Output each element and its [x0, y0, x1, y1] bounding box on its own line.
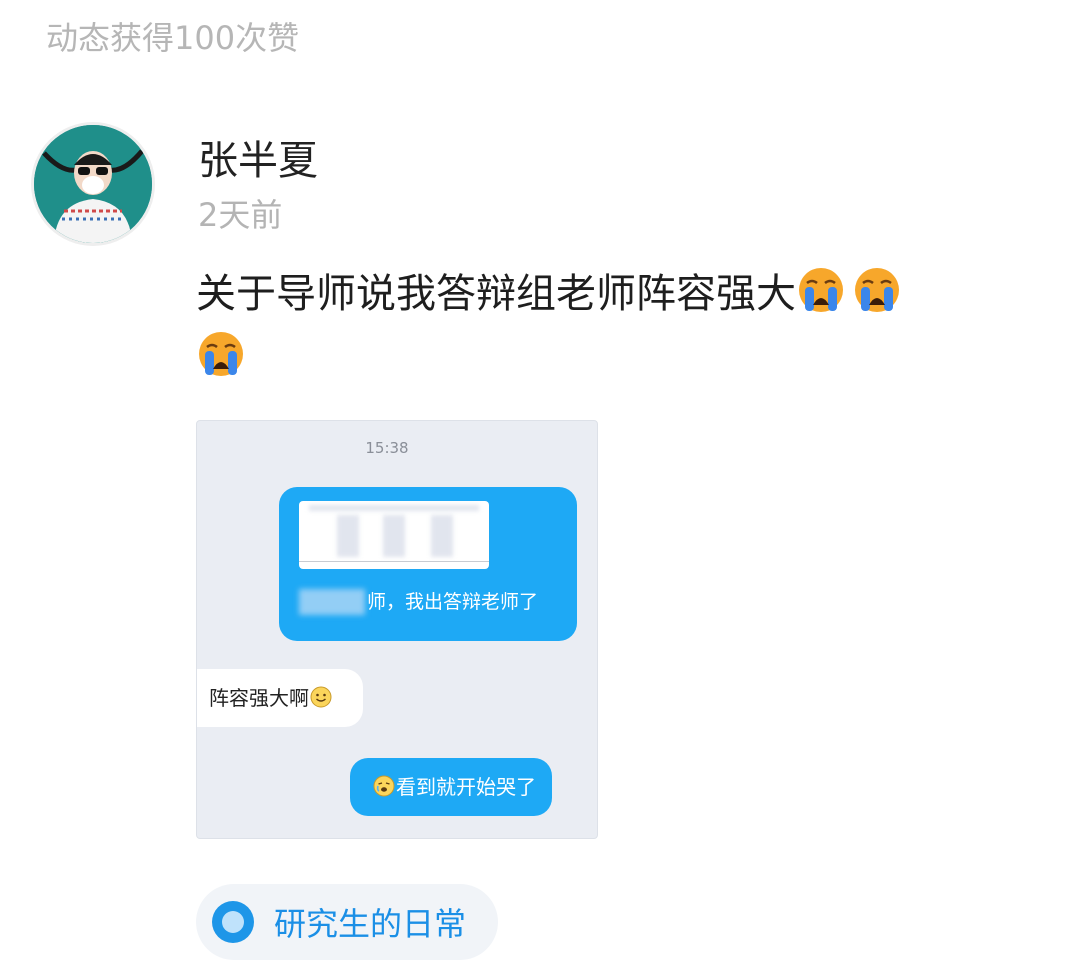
crying-face-icon [196, 329, 246, 379]
incoming-message-text: 阵容强大啊 [209, 686, 309, 710]
smile-face-icon [309, 673, 333, 708]
blurred-region [431, 515, 453, 557]
outgoing-message-text: 看到就开始哭了 [396, 775, 536, 799]
blurred-region [337, 515, 359, 557]
avatar-image [34, 125, 152, 243]
outgoing-message-text: 师，我出答辩老师了 [367, 591, 539, 613]
topic-tag[interactable]: 研究生的日常 [196, 884, 499, 960]
outgoing-message-bubble: 看到就开始哭了 [350, 758, 552, 816]
topic-circle-icon [212, 901, 254, 943]
incoming-message-bubble: 阵容强大啊 [197, 669, 363, 727]
crying-face-icon [796, 265, 846, 315]
chat-timestamp: 15:38 [365, 439, 409, 457]
username[interactable]: 张半夏 [198, 134, 318, 188]
attached-document-thumbnail [299, 501, 489, 569]
likes-summary: 动态获得100次赞 [46, 19, 300, 57]
table-line [299, 561, 489, 562]
post-text: 关于导师说我答辩组老师阵容强大 [196, 262, 996, 390]
blurred-region [309, 505, 479, 511]
blurred-name [299, 589, 365, 615]
outgoing-message-bubble: 师，我出答辩老师了 [279, 487, 577, 641]
avatar[interactable] [34, 125, 152, 243]
post-time: 2天前 [198, 196, 283, 234]
crying-face-icon [372, 762, 396, 797]
chat-screenshot-image[interactable]: 15:38 师，我出答辩老师了 阵容强大啊 看到就开始哭了 [196, 420, 598, 839]
post-text-content: 关于导师说我答辩组老师阵容强大 [196, 271, 796, 317]
blurred-region [383, 515, 405, 557]
post-detail-page: 动态获得100次赞 张半夏 2天前 关于导师说我答辩组老师阵容强大 15:38 [0, 0, 1080, 973]
crying-face-icon [852, 265, 902, 315]
topic-label: 研究生的日常 [274, 905, 467, 943]
